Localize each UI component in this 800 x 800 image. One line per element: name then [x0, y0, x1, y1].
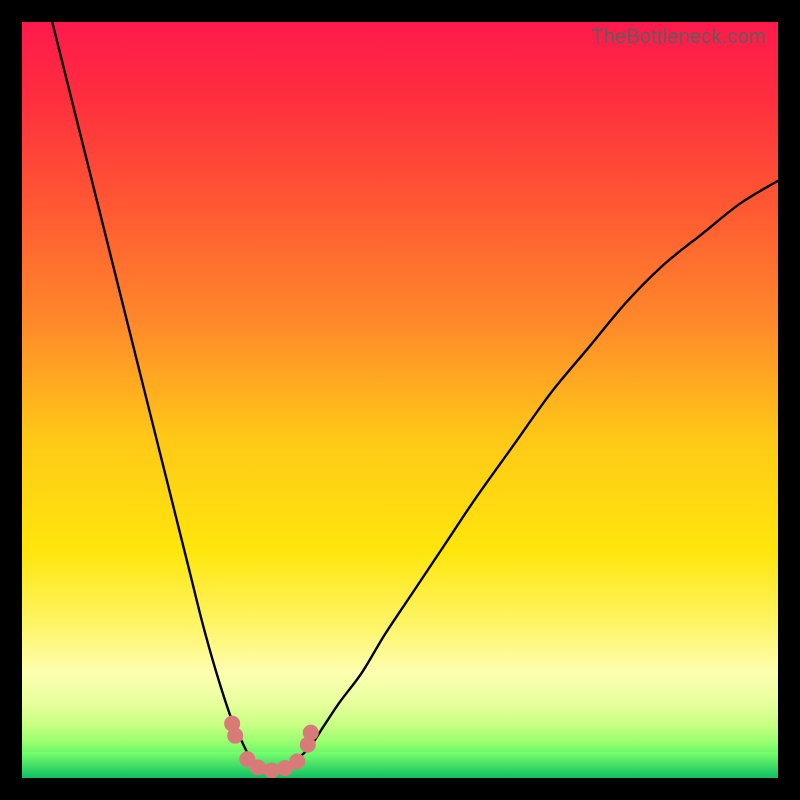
marker-point [227, 728, 243, 744]
green-band [22, 752, 778, 778]
marker-point [263, 762, 279, 778]
chart-svg [22, 22, 778, 778]
background-gradient [22, 22, 778, 778]
marker-point [303, 725, 319, 741]
marker-point [250, 759, 266, 775]
marker-point [289, 753, 305, 769]
watermark-text: TheBottleneck.com [591, 26, 766, 49]
chart-frame: TheBottleneck.com [22, 22, 778, 778]
